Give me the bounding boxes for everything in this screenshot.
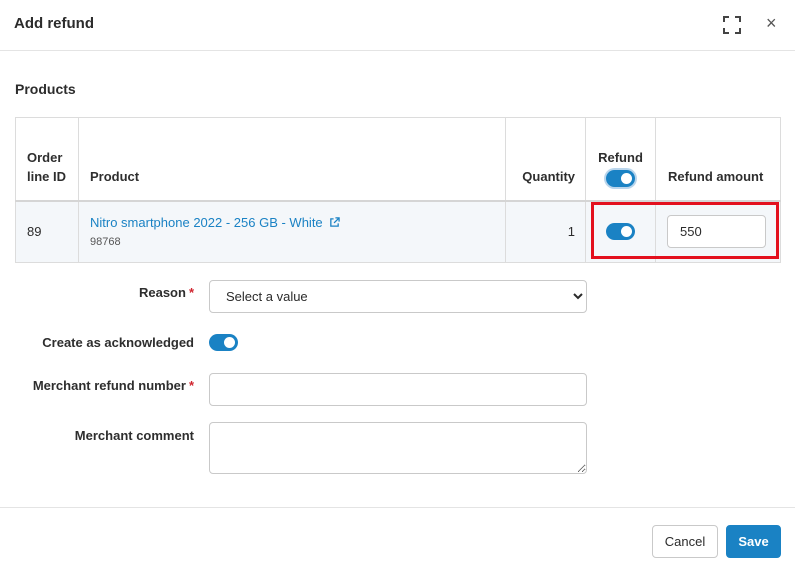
acknowledged-toggle[interactable] — [209, 334, 238, 351]
product-sku: 98768 — [90, 236, 121, 249]
reason-label: Reason * — [138, 285, 194, 300]
dialog-title: Add refund — [14, 15, 94, 32]
required-marker: * — [188, 378, 194, 393]
product-cell: Nitro smartphone 2022 - 256 GB - White 9… — [77, 200, 507, 263]
column-refund-label: Refund — [598, 150, 643, 166]
column-order-line-id: Order line ID — [15, 117, 79, 202]
merchant-comment-textarea[interactable] — [209, 422, 587, 474]
merchant-refund-number-label: Merchant refund number * — [32, 378, 194, 393]
refund-cell — [585, 200, 656, 263]
column-product: Product — [77, 117, 507, 202]
dialog-header: Add refund × — [0, 0, 795, 51]
refund-all-toggle[interactable] — [606, 169, 635, 187]
column-refund-amount: Refund amount — [655, 117, 781, 202]
expand-icon[interactable] — [723, 16, 741, 34]
external-link-icon — [329, 217, 340, 228]
table-row: 89 Nitro smartphone 2022 - 256 GB - Whit… — [15, 200, 781, 263]
merchant-comment-label: Merchant comment — [74, 428, 194, 443]
acknowledged-label: Create as acknowledged — [42, 335, 194, 350]
dialog-footer: Cancel Save — [0, 507, 795, 571]
refund-row-toggle[interactable] — [606, 223, 635, 241]
merchant-refund-number-input[interactable] — [209, 373, 587, 406]
products-section-title: Products — [15, 81, 76, 97]
order-line-id-cell: 89 — [15, 200, 79, 263]
close-icon[interactable]: × — [766, 13, 777, 33]
save-button[interactable]: Save — [726, 525, 781, 558]
products-table: Order line ID Product Quantity Refund Re… — [15, 117, 781, 263]
column-refund: Refund — [585, 117, 656, 202]
reason-select[interactable]: Select a value — [209, 280, 587, 313]
cancel-button[interactable]: Cancel — [652, 525, 718, 558]
refund-amount-input[interactable] — [667, 215, 766, 249]
column-quantity: Quantity — [505, 117, 587, 202]
refund-amount-cell — [655, 200, 781, 263]
product-link[interactable]: Nitro smartphone 2022 - 256 GB - White — [90, 215, 340, 230]
required-marker: * — [188, 285, 194, 300]
quantity-cell: 1 — [505, 200, 587, 263]
table-header-row: Order line ID Product Quantity Refund Re… — [15, 117, 781, 202]
